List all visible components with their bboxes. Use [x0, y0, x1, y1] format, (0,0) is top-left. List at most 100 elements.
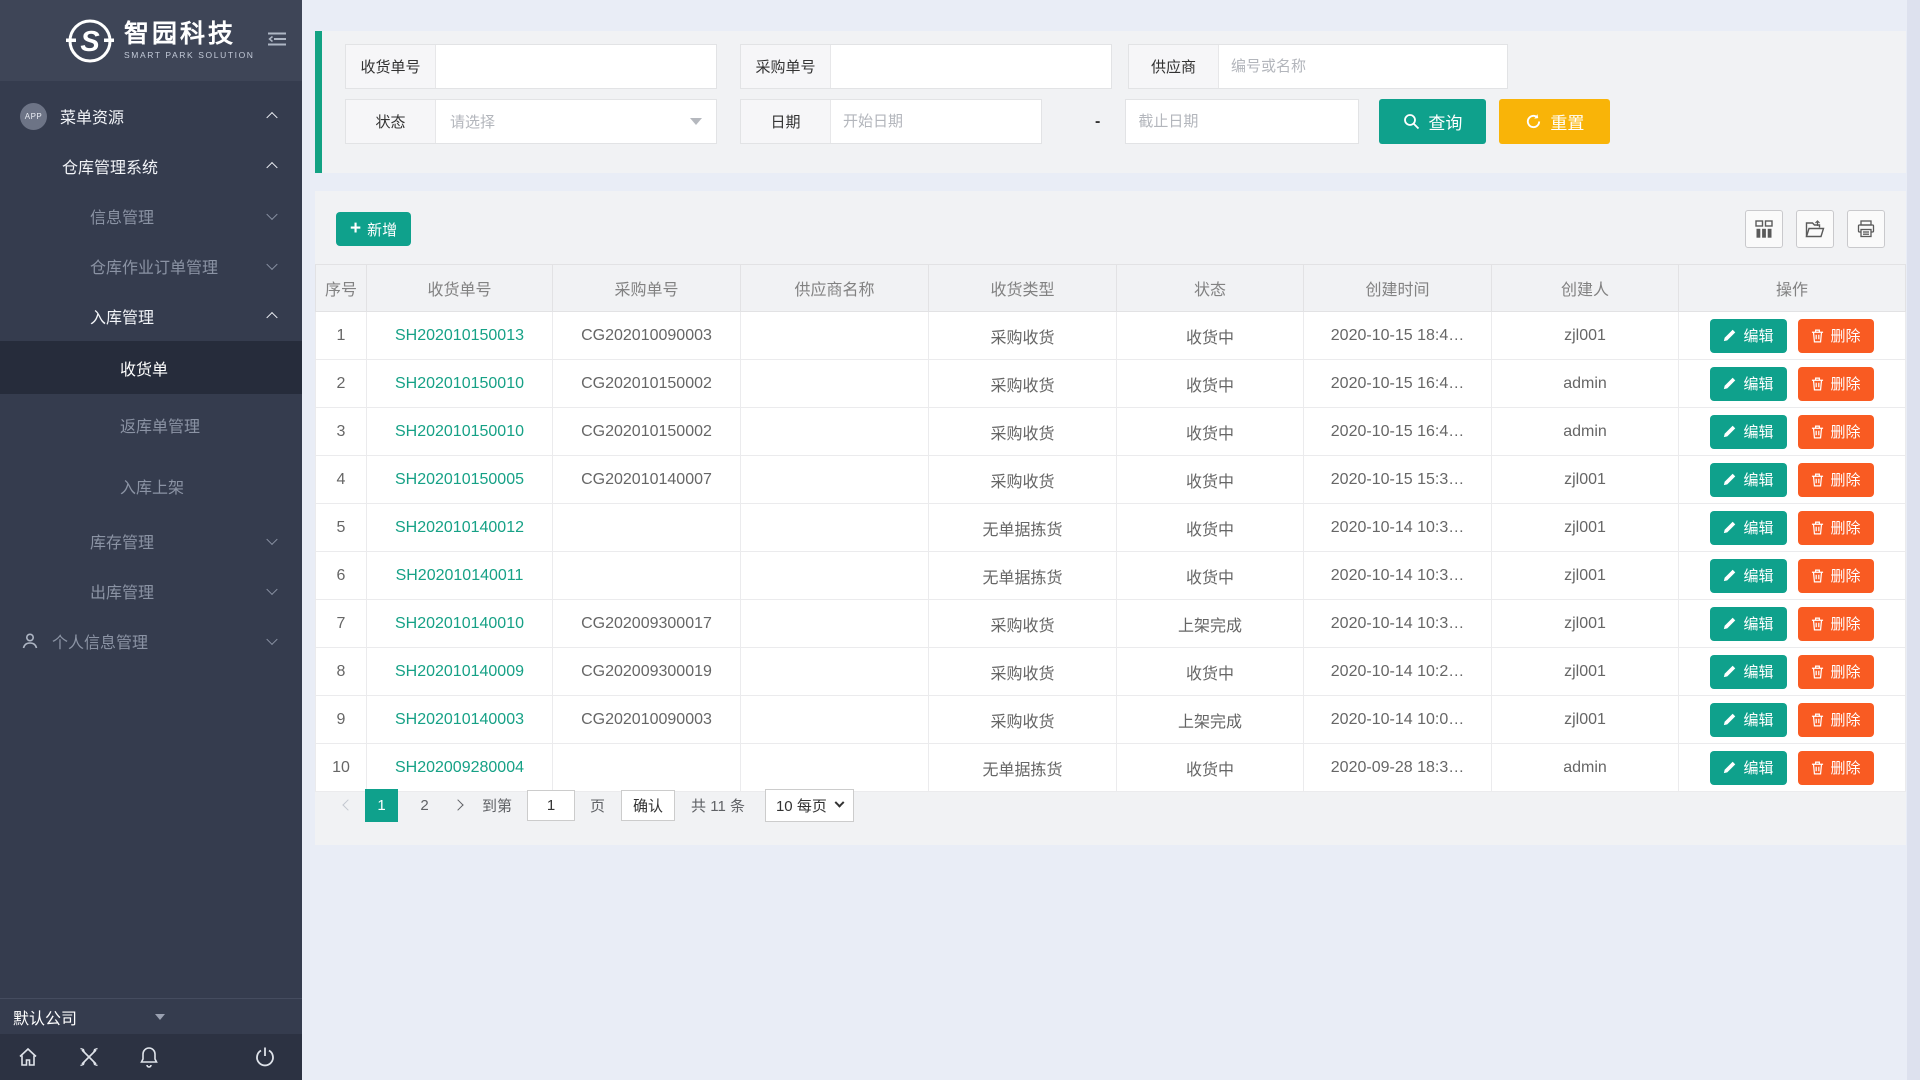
date-start-input[interactable] — [831, 100, 1041, 143]
receipt-no-cell: SH202010150013 — [367, 312, 553, 360]
edit-button[interactable]: 编辑 — [1710, 559, 1786, 593]
sidebar-toggle-icon[interactable] — [268, 32, 286, 51]
receipt-no-link[interactable]: SH202009280004 — [395, 759, 524, 776]
status-cell: 收货中 — [1117, 552, 1304, 600]
delete-button[interactable]: 删除 — [1798, 559, 1874, 593]
receipt-no-link[interactable]: SH202010150013 — [395, 327, 524, 344]
receipt-no-input[interactable] — [436, 45, 716, 88]
edit-button[interactable]: 编辑 — [1710, 463, 1786, 497]
chevron-up-icon — [266, 162, 277, 173]
sidebar-item-收货单[interactable]: 收货单 — [0, 341, 302, 394]
bell-icon[interactable] — [139, 1046, 159, 1068]
date-separator: - — [1095, 113, 1100, 131]
delete-button[interactable]: 删除 — [1798, 319, 1874, 353]
purchase-no-cell: CG202010090003 — [553, 696, 741, 744]
page-size-select[interactable]: 10 每页 — [765, 789, 854, 822]
receipt-type-cell: 采购收货 — [929, 600, 1117, 648]
receipt-no-link[interactable]: SH202010140010 — [395, 615, 524, 632]
supplier-cell — [741, 648, 929, 696]
delete-button[interactable]: 删除 — [1798, 607, 1874, 641]
chevron-up-icon — [266, 112, 277, 123]
delete-button[interactable]: 删除 — [1798, 703, 1874, 737]
edit-button[interactable]: 编辑 — [1710, 703, 1786, 737]
sidebar-item-仓库管理系统[interactable]: 仓库管理系统 — [0, 141, 302, 191]
purchase-no-input[interactable] — [831, 45, 1111, 88]
reset-button[interactable]: 重置 — [1499, 99, 1610, 144]
edit-button[interactable]: 编辑 — [1710, 319, 1786, 353]
edit-button[interactable]: 编辑 — [1710, 367, 1786, 401]
receipt-no-link[interactable]: SH202010150005 — [395, 471, 524, 488]
status-cell: 收货中 — [1117, 744, 1304, 792]
delete-button[interactable]: 删除 — [1798, 655, 1874, 689]
sidebar-item-label: 收货单 — [120, 356, 168, 380]
search-button[interactable]: 查询 — [1379, 99, 1486, 144]
company-selector[interactable]: 默认公司 — [0, 998, 302, 1034]
status-select[interactable]: 请选择 — [436, 100, 716, 143]
edit-button[interactable]: 编辑 — [1710, 511, 1786, 545]
page-button-1[interactable]: 1 — [365, 789, 398, 822]
sidebar-item-信息管理[interactable]: 信息管理 — [0, 191, 302, 241]
receipt-no-cell: SH202010140003 — [367, 696, 553, 744]
pencil-icon — [1723, 617, 1736, 630]
columns-button[interactable] — [1745, 210, 1783, 248]
prev-page-button[interactable] — [336, 801, 360, 809]
delete-button[interactable]: 删除 — [1798, 463, 1874, 497]
supplier-label: 供应商 — [1129, 45, 1219, 88]
chevron-down-icon — [155, 1014, 165, 1020]
actions-cell: 编辑删除 — [1679, 408, 1906, 456]
sidebar-menu: APP菜单资源仓库管理系统信息管理仓库作业订单管理入库管理收货单返库单管理入库上… — [0, 81, 302, 998]
export-button[interactable] — [1796, 210, 1834, 248]
sidebar-item-库存管理[interactable]: 库存管理 — [0, 516, 302, 566]
scrollbar[interactable] — [1907, 0, 1920, 1080]
table-row: 7SH202010140010CG202009300017采购收货上架完成202… — [316, 600, 1906, 648]
supplier-cell — [741, 312, 929, 360]
delete-button[interactable]: 删除 — [1798, 751, 1874, 785]
receipt-no-link[interactable]: SH202010140012 — [395, 519, 524, 536]
date-field: 日期 — [740, 99, 1042, 144]
power-icon[interactable] — [254, 1046, 276, 1068]
add-button[interactable]: + 新增 — [336, 212, 411, 246]
edit-button-label: 编辑 — [1743, 661, 1773, 682]
page-button-2[interactable]: 2 — [408, 789, 441, 822]
receipt-no-cell: SH202010140012 — [367, 504, 553, 552]
filter-panel: 收货单号 采购单号 供应商 状态 请选择 日期 — [315, 31, 1906, 173]
goto-page-input[interactable] — [527, 790, 575, 821]
sidebar-item-个人信息管理[interactable]: 个人信息管理 — [0, 616, 302, 666]
print-button[interactable] — [1847, 210, 1885, 248]
receipt-no-link[interactable]: SH202010140011 — [396, 567, 524, 584]
status-cell: 收货中 — [1117, 504, 1304, 552]
pencil-icon — [1723, 521, 1736, 534]
confirm-page-button[interactable]: 确认 — [621, 790, 675, 821]
sidebar-item-菜单资源[interactable]: APP菜单资源 — [0, 91, 302, 141]
tools-icon[interactable] — [78, 1046, 100, 1068]
row-no-cell: 4 — [316, 456, 367, 504]
brand-name: 智园科技 — [124, 21, 255, 49]
date-end-input[interactable] — [1125, 99, 1359, 144]
sidebar-item-入库上架[interactable]: 入库上架 — [0, 455, 302, 516]
home-icon[interactable] — [17, 1046, 39, 1068]
supplier-cell — [741, 696, 929, 744]
receipt-no-link[interactable]: SH202010140003 — [395, 711, 524, 728]
receipt-no-link[interactable]: SH202010150010 — [395, 423, 524, 440]
goto-suffix: 页 — [590, 795, 605, 816]
supplier-cell — [741, 744, 929, 792]
receipt-no-link[interactable]: SH202010140009 — [395, 663, 524, 680]
delete-button[interactable]: 删除 — [1798, 367, 1874, 401]
pencil-icon — [1723, 665, 1736, 678]
receipt-no-link[interactable]: SH202010150010 — [395, 375, 524, 392]
edit-button[interactable]: 编辑 — [1710, 415, 1786, 449]
delete-button[interactable]: 删除 — [1798, 511, 1874, 545]
sidebar-item-返库单管理[interactable]: 返库单管理 — [0, 394, 302, 455]
status-cell: 上架完成 — [1117, 600, 1304, 648]
delete-button[interactable]: 删除 — [1798, 415, 1874, 449]
sidebar-item-仓库作业订单管理[interactable]: 仓库作业订单管理 — [0, 241, 302, 291]
edit-button[interactable]: 编辑 — [1710, 607, 1786, 641]
delete-button-label: 删除 — [1831, 517, 1861, 538]
supplier-input[interactable] — [1219, 45, 1507, 88]
edit-button[interactable]: 编辑 — [1710, 751, 1786, 785]
next-page-button[interactable] — [446, 801, 470, 809]
sidebar-item-出库管理[interactable]: 出库管理 — [0, 566, 302, 616]
purchase-no-cell: CG202009300017 — [553, 600, 741, 648]
edit-button[interactable]: 编辑 — [1710, 655, 1786, 689]
sidebar-item-入库管理[interactable]: 入库管理 — [0, 291, 302, 341]
